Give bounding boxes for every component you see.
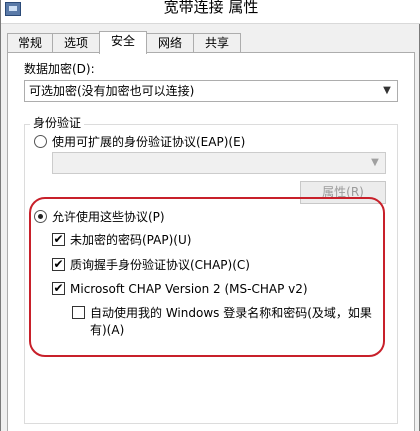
authentication-group-title: 身份验证 bbox=[30, 115, 85, 131]
checkmark-icon: ✔ bbox=[53, 232, 64, 246]
auto-logon-label-line1: 自动使用我的 Windows 登录名称和密码(及域，如果 bbox=[90, 306, 372, 320]
mschap-v2-label: Microsoft CHAP Version 2 (MS-CHAP v2) bbox=[70, 282, 308, 296]
allow-protocols-label: 允许使用这些协议(P) bbox=[52, 210, 165, 224]
auto-logon-checkbox[interactable] bbox=[72, 306, 85, 319]
chevron-down-icon: ▼ bbox=[371, 157, 379, 168]
pap-label: 未加密的密码(PAP)(U) bbox=[70, 233, 192, 247]
checkmark-icon: ✔ bbox=[53, 257, 64, 271]
pap-checkbox[interactable]: ✔ bbox=[52, 233, 65, 246]
eap-radio[interactable] bbox=[34, 135, 47, 148]
tab-general[interactable]: 常规 bbox=[7, 33, 53, 53]
auto-logon-label-line2: 有)(A) bbox=[90, 323, 125, 337]
security-panel: 数据加密(D): 可选加密(没有加密也可以连接) ▼ 身份验证 使用可扩展的身份… bbox=[7, 52, 415, 431]
eap-radio-label: 使用可扩展的身份验证协议(EAP)(E) bbox=[52, 135, 246, 149]
tab-bar: 常规 选项 安全 网络 共享 bbox=[7, 31, 415, 54]
eap-method-select[interactable]: ▼ bbox=[52, 152, 386, 174]
chap-label: 质询握手身份验证协议(CHAP)(C) bbox=[70, 258, 250, 272]
chap-checkbox[interactable]: ✔ bbox=[52, 258, 65, 271]
properties-button[interactable]: 属性(R) bbox=[300, 181, 386, 204]
checkmark-icon: ✔ bbox=[53, 281, 64, 295]
window-title: 宽带连接 属性 bbox=[163, 0, 259, 16]
tab-options[interactable]: 选项 bbox=[52, 33, 100, 53]
title-bar[interactable]: 宽带连接 属性 bbox=[1, 0, 420, 24]
data-encryption-label: 数据加密(D): bbox=[24, 62, 95, 76]
properties-window: 宽带连接 属性 常规 选项 安全 网络 共享 数据加密(D): 可选加密(没有加… bbox=[0, 0, 420, 431]
mschap-v2-checkbox[interactable]: ✔ bbox=[52, 282, 65, 295]
chevron-down-icon: ▼ bbox=[383, 85, 391, 96]
allow-protocols-radio[interactable] bbox=[34, 210, 47, 223]
data-encryption-select[interactable]: 可选加密(没有加密也可以连接) ▼ bbox=[24, 80, 398, 102]
tab-security[interactable]: 安全 bbox=[99, 31, 147, 54]
data-encryption-value: 可选加密(没有加密也可以连接) bbox=[29, 84, 195, 98]
tab-networking[interactable]: 网络 bbox=[146, 33, 194, 53]
tab-sharing[interactable]: 共享 bbox=[193, 33, 241, 53]
